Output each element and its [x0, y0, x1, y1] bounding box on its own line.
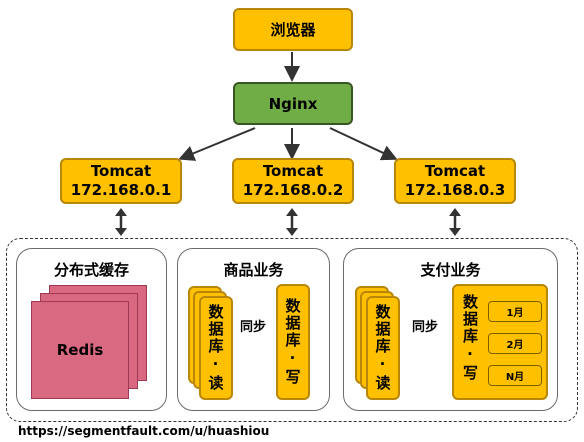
payment-write-db: 数据库·写 1月 2月 N月: [452, 284, 548, 400]
product-title: 商品业务: [223, 261, 284, 279]
month-label: N月: [505, 372, 525, 383]
payment-read-db-label: 数据库·读: [373, 304, 392, 392]
source-url: https://segmentfault.com/u/huashiou: [18, 424, 270, 438]
payment-write-db-label: 数据库·写: [461, 294, 479, 382]
product-write-db: 数据库·写: [276, 284, 310, 400]
month-partition-2: 2月: [488, 333, 542, 354]
arrow-nginx-tomcat3: [329, 127, 398, 161]
redis-label: Redis: [56, 341, 104, 359]
month-partition-n: N月: [488, 365, 542, 386]
month-label: 1月: [506, 308, 524, 319]
tomcat-node-1: Tomcat 172.168.0.1: [60, 158, 182, 204]
payment-sync-label: 同步: [412, 320, 439, 335]
payment-read-db: 数据库·读: [366, 296, 400, 400]
month-label: 2月: [506, 340, 524, 351]
tomcat-ip: 172.168.0.1: [70, 181, 172, 199]
bidir-arrow-3: [449, 208, 461, 236]
product-sync-label: 同步: [240, 320, 267, 335]
tomcat-ip: 172.168.0.2: [242, 181, 344, 199]
browser-node: 浏览器: [233, 8, 353, 51]
redis-node: Redis: [31, 301, 129, 399]
bidir-arrow-2: [286, 208, 298, 236]
tomcat-name: Tomcat: [90, 162, 152, 180]
product-write-db-label: 数据库·写: [283, 298, 302, 386]
tomcat-ip: 172.168.0.3: [404, 181, 506, 199]
nginx-label: Nginx: [268, 94, 318, 113]
tomcat-node-3: Tomcat 172.168.0.3: [394, 158, 516, 204]
nginx-node: Nginx: [233, 82, 353, 125]
arrow-nginx-tomcat1: [178, 127, 256, 161]
bidir-arrow-1: [115, 208, 127, 236]
cache-title: 分布式缓存: [53, 261, 129, 279]
product-read-db: 数据库·读: [199, 296, 233, 400]
tomcat-name: Tomcat: [262, 162, 324, 180]
product-read-db-label: 数据库·读: [206, 304, 225, 392]
payment-title: 支付业务: [420, 261, 481, 279]
browser-label: 浏览器: [270, 21, 316, 39]
month-partition-1: 1月: [488, 301, 542, 322]
tomcat-name: Tomcat: [424, 162, 486, 180]
tomcat-node-2: Tomcat 172.168.0.2: [232, 158, 354, 204]
